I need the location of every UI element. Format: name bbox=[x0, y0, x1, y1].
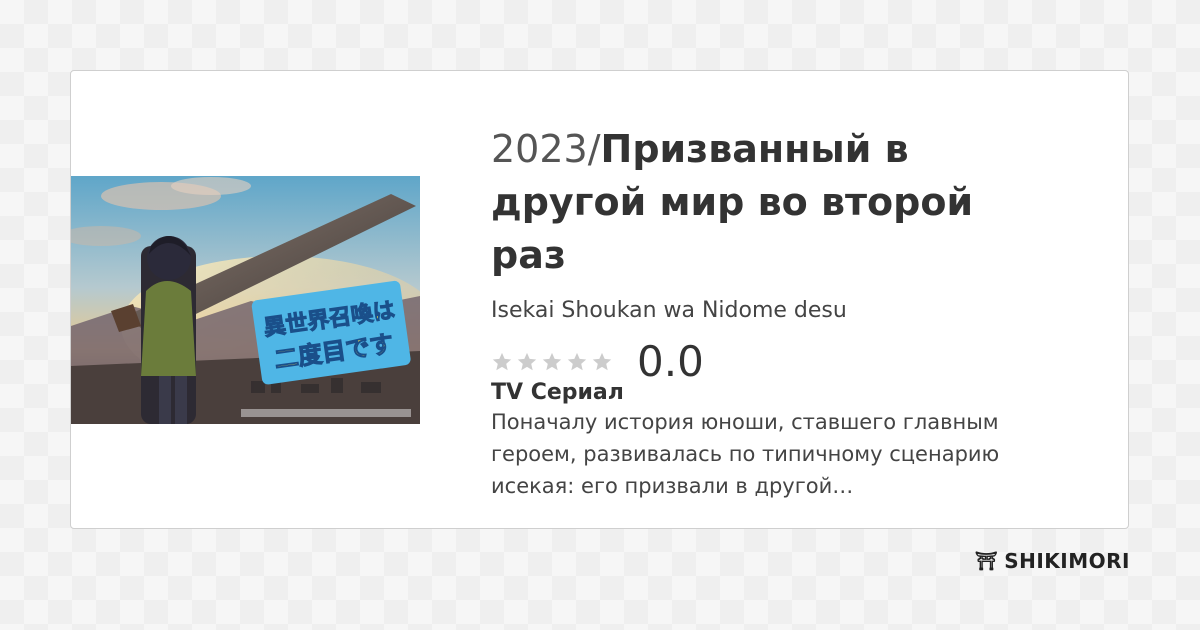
poster-image: 異世界召喚は 二度目です bbox=[71, 176, 420, 424]
star-icon bbox=[492, 352, 512, 371]
anime-description: Поначалу история юноши, ставшего главным… bbox=[491, 410, 1000, 498]
anime-info: 2023/Призванный в другой мир во второй р… bbox=[491, 123, 1031, 502]
shrine-gate-icon: ⛩ bbox=[974, 550, 999, 572]
anime-title-romaji: Isekai Shoukan wa Nidome desu bbox=[491, 298, 847, 323]
brand-name: SHIKIMORI bbox=[1004, 549, 1130, 573]
anime-card[interactable]: 異世界召喚は 二度目です 2023/Призванный в другой ми… bbox=[70, 70, 1129, 529]
star-icon bbox=[542, 352, 562, 371]
anime-title[interactable]: 2023/Призванный в другой мир во второй р… bbox=[491, 123, 1031, 282]
star-icon bbox=[517, 352, 537, 371]
star-icon bbox=[592, 352, 612, 371]
star-icon bbox=[567, 352, 587, 371]
anime-year: 2023/ bbox=[491, 127, 601, 171]
anime-kind: TV Сериал bbox=[491, 380, 624, 405]
rating-stars bbox=[491, 351, 613, 373]
rating-score: 0.0 bbox=[637, 337, 704, 386]
shikimori-logo[interactable]: ⛩ SHIKIMORI bbox=[975, 549, 1130, 573]
